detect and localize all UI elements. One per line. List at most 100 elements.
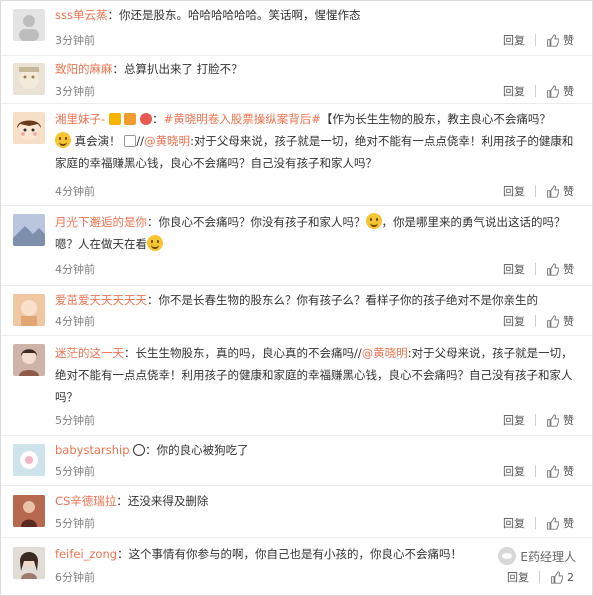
wechat-logo-icon [498,547,517,565]
comment-actions: 回复 赞 [503,313,574,329]
avatar[interactable] [13,63,45,95]
v-badge-icon [108,113,121,125]
reply-button[interactable]: 回复 [503,463,525,479]
comment-actions: 回复 赞 [503,412,574,428]
comment-actions: 回复 赞 [503,463,574,479]
comment-username[interactable]: 湘里妹子- [55,112,105,126]
avatar[interactable] [13,112,45,144]
panda-icon [133,444,146,456]
comment-username[interactable]: 爱茁爱天天天天天 [55,293,147,307]
divider [535,85,536,97]
like-count: 2 [567,570,574,584]
comment-username[interactable]: 致阳的麻麻 [55,62,113,76]
avatar[interactable] [13,547,45,579]
comment-item: sss单云蒸：你还是股东。哈哈哈哈哈哈。笑话啊，惺惺作态 3分钟前 回复 赞 [1,1,592,56]
hashtag-link[interactable]: #黄晓明卷入股票操纵案背后# [164,112,321,126]
mention-link[interactable]: @黄晓明 [144,134,190,148]
divider [535,315,536,327]
avatar[interactable] [13,214,45,246]
divider [535,517,536,529]
reply-button[interactable]: 回复 [507,569,529,585]
comment-text: babystarship ：你的良心被狗吃了 [55,443,249,457]
comment-actions: 回复 赞 [503,515,574,531]
thumbs-up-icon [547,413,559,427]
reply-button[interactable]: 回复 [503,83,525,99]
comment-item: 爱茁爱天天天天天：你不是长春生物的股东么？你有孩子么？看样子你的孩子绝对不是你亲… [1,286,592,336]
comment-item: 湘里妹子- ：#黄晓明卷入股票操纵案背后#【作为长生生物的股东，教主良心不会痛吗… [1,104,592,206]
reply-button[interactable]: 回复 [503,261,525,277]
comment-actions: 回复 赞 [503,183,574,199]
thumbs-up-icon [547,314,559,328]
comment-text: 月光下邂逅的是你：你良心不会痛吗？你没有孩子和家人吗？ ，你是哪里来的勇气说出这话… [55,213,566,251]
avatar[interactable] [13,444,45,476]
crown-icon [124,113,137,125]
comment-time: 3分钟前 [55,85,95,98]
divider [535,414,536,426]
comment-text: sss单云蒸：你还是股东。哈哈哈哈哈哈。笑话啊，惺惺作态 [55,8,361,22]
avatar[interactable] [13,294,45,326]
reply-button[interactable]: 回复 [503,412,525,428]
comment-actions: 回复 2 [507,569,574,585]
emoji-icon [55,132,71,148]
mention-link[interactable]: @黄晓明 [362,346,408,360]
avatar[interactable] [13,344,45,376]
comment-panel: sss单云蒸：你还是股东。哈哈哈哈哈哈。笑话啊，惺惺作态 3分钟前 回复 赞 致… [0,0,593,596]
thumbs-up-icon [547,262,559,276]
like-button[interactable]: 赞 [546,32,574,48]
like-button[interactable]: 赞 [546,412,574,428]
comment-username[interactable]: 月光下邂逅的是你 [55,215,147,229]
like-button[interactable]: 赞 [546,261,574,277]
comment-item: 迷茫的这一天：长生生物股东，真的吗，良心真的不会痛吗//@黄晓明:对于父母来说，… [1,336,592,436]
thumbs-up-icon [547,516,559,530]
reply-button[interactable]: 回复 [503,183,525,199]
avatar[interactable] [13,495,45,527]
comment-actions: 回复 赞 [503,83,574,99]
comment-text: 爱茁爱天天天天天：你不是长春生物的股东么？你有孩子么？看样子你的孩子绝对不是你亲… [55,293,538,307]
divider [535,263,536,275]
comment-time: 5分钟前 [55,465,95,478]
comment-item: CS辛德瑞拉：还没来得及删除 5分钟前 回复 赞 [1,486,592,538]
like-button[interactable]: 赞 [546,515,574,531]
balloon-icon [140,113,153,125]
comment-text: 致阳的麻麻：总算扒出来了 打脸不？ [55,62,243,76]
divider [535,465,536,477]
comment-text: 迷茫的这一天：长生生物股东，真的吗，良心真的不会痛吗//@黄晓明:对于父母来说，… [55,346,573,404]
comment-item: 致阳的麻麻：总算扒出来了 打脸不？ 3分钟前 回复 赞 [1,56,592,104]
thumbs-up-icon [551,570,563,584]
like-button[interactable]: 赞 [546,463,574,479]
repost-icon [124,135,137,147]
reply-button[interactable]: 回复 [503,313,525,329]
divider [535,34,536,46]
like-button[interactable]: 2 [550,571,574,584]
like-button[interactable]: 赞 [546,313,574,329]
emoji-icon [365,213,382,229]
comment-text: CS辛德瑞拉：还没来得及删除 [55,494,209,508]
comment-username[interactable]: 迷茫的这一天 [55,346,124,360]
comment-time: 4分钟前 [55,185,95,198]
thumbs-up-icon [547,184,559,198]
thumbs-up-icon [547,33,559,47]
reply-button[interactable]: 回复 [503,32,525,48]
watermark: E药经理人 [498,547,576,565]
comment-username[interactable]: CS辛德瑞拉 [55,494,116,508]
comment-time: 5分钟前 [55,414,95,427]
comment-time: 4分钟前 [55,315,95,328]
divider [535,185,536,197]
thumbs-up-icon [547,84,559,98]
reply-button[interactable]: 回复 [503,515,525,531]
watermark-text: E药经理人 [520,549,576,564]
comment-actions: 回复 赞 [503,261,574,277]
comment-time: 4分钟前 [55,263,95,276]
comment-item: 月光下邂逅的是你：你良心不会痛吗？你没有孩子和家人吗？ ，你是哪里来的勇气说出这话… [1,206,592,286]
thumbs-up-icon [547,464,559,478]
comment-item: babystarship ：你的良心被狗吃了 5分钟前 回复 赞 [1,436,592,486]
avatar[interactable] [13,9,45,41]
comment-username[interactable]: feifei_zong [55,547,117,561]
emoji-icon [147,235,163,251]
like-button[interactable]: 赞 [546,183,574,199]
comment-username[interactable]: babystarship [55,443,130,457]
comment-username[interactable]: sss单云蒸 [55,8,107,22]
comment-text: 湘里妹子- ：#黄晓明卷入股票操纵案背后#【作为长生生物的股东，教主良心不会痛吗… [55,112,574,170]
like-button[interactable]: 赞 [546,83,574,99]
comment-time: 3分钟前 [55,34,95,47]
